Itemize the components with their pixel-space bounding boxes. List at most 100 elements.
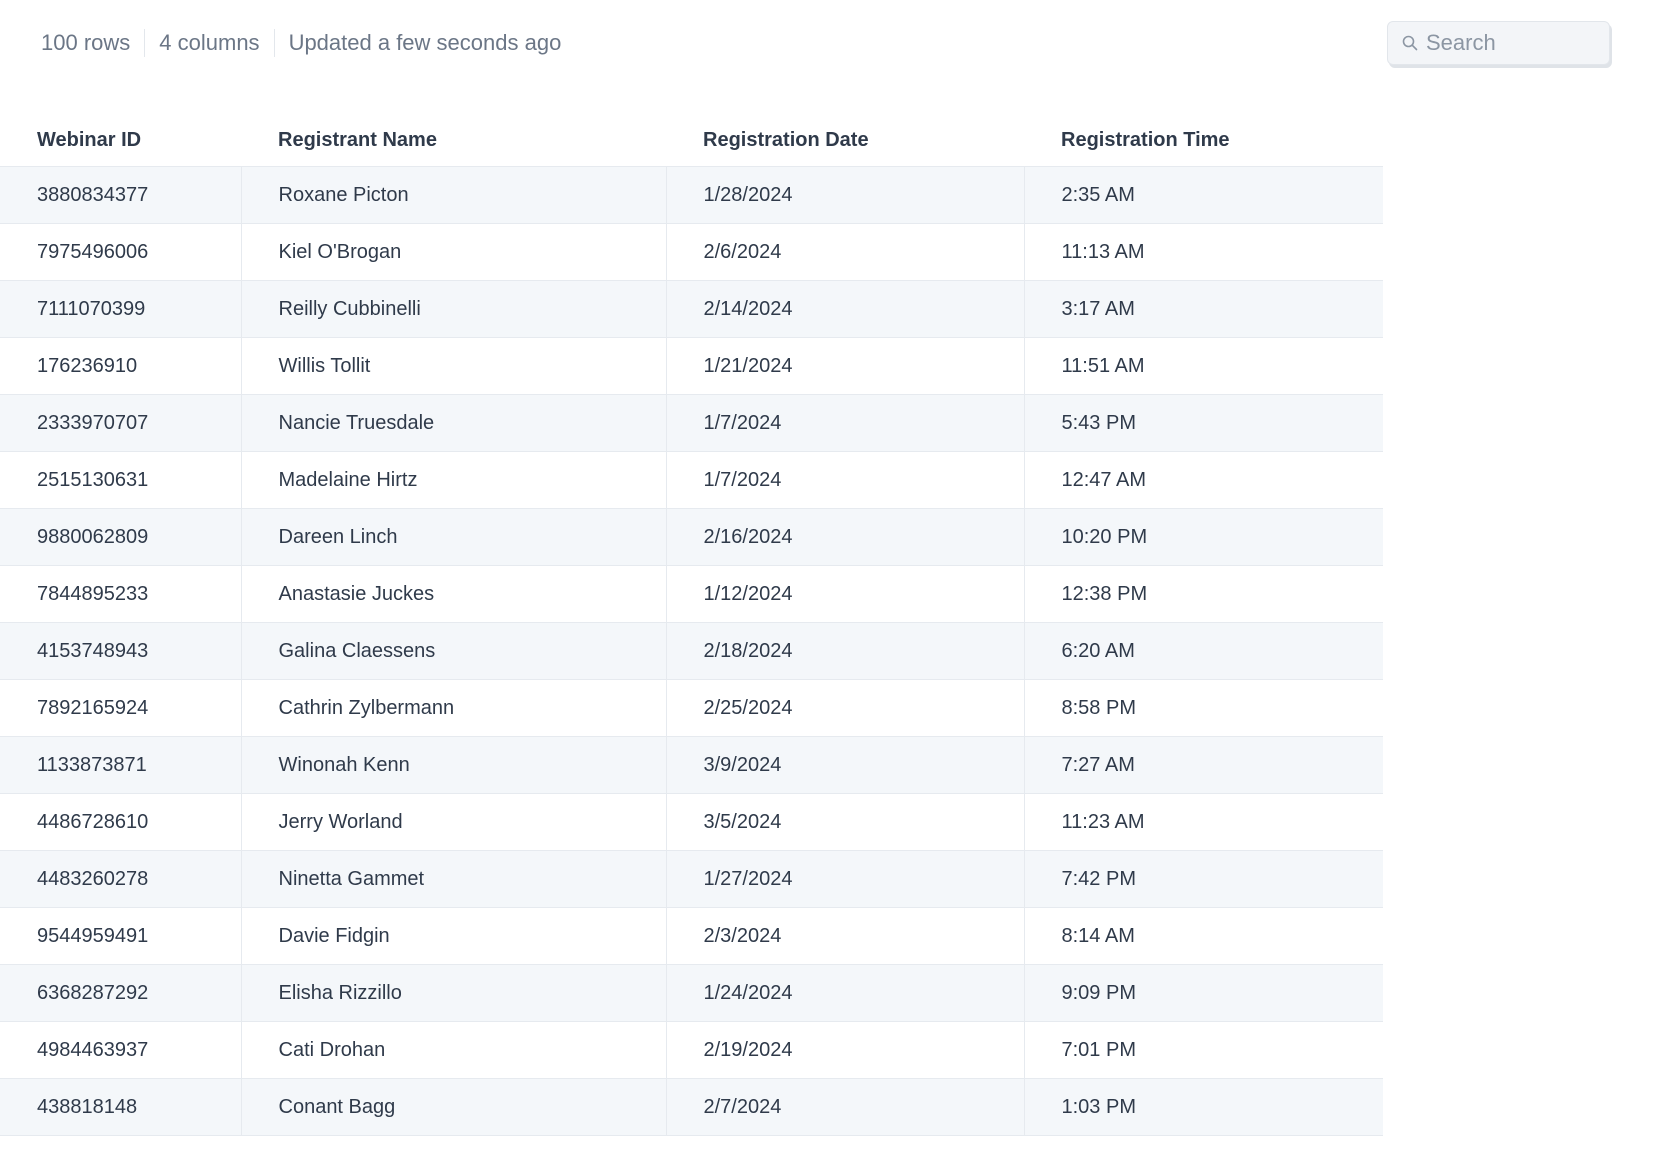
table-header-row: Webinar ID Registrant Name Registration … <box>0 114 1383 167</box>
table-row[interactable]: 6368287292 Elisha Rizzillo 1/24/2024 9:09 P… <box>0 964 1383 1022</box>
divider <box>273 29 275 57</box>
column-count: 4 columns <box>159 30 260 55</box>
cell-registration-date: 2/16/2024 <box>666 508 1025 566</box>
divider <box>144 29 146 57</box>
table-toolbar: 100 rows 4 columns Updated a few seconds… <box>0 0 1656 86</box>
cell-registrant-name: Reilly Cubbinelli <box>241 280 667 338</box>
cell-registration-time: 10:20 PM <box>1024 508 1383 566</box>
cell-webinar-id: 7111070399 <box>0 280 242 338</box>
cell-webinar-id: 7975496006 <box>0 223 242 281</box>
cell-webinar-id: 1133873871 <box>0 736 242 794</box>
cell-registrant-name: Nancie Truesdale <box>241 394 667 452</box>
table-row[interactable]: 4153748943 Galina Claessens 2/18/2024 6:20 … <box>0 622 1383 680</box>
cell-registration-date: 1/27/2024 <box>666 850 1025 908</box>
cell-webinar-id: 2515130631 <box>0 451 242 509</box>
table-row[interactable]: 4486728610 Jerry Worland 3/5/2024 11:23 AM <box>0 793 1383 851</box>
cell-webinar-id: 4984463937 <box>0 1021 242 1079</box>
cell-registration-date: 2/14/2024 <box>666 280 1025 338</box>
cell-registrant-name: Jerry Worland <box>241 793 667 851</box>
cell-registration-time: 7:42 PM <box>1024 850 1383 908</box>
table-row[interactable]: 7892165924 Cathrin Zylbermann 2/25/2024 8:5… <box>0 679 1383 737</box>
cell-registrant-name: Winonah Kenn <box>241 736 667 794</box>
table-meta: 100 rows 4 columns Updated a few seconds… <box>41 26 561 60</box>
cell-registration-date: 1/7/2024 <box>666 451 1025 509</box>
cell-registration-time: 1:03 PM <box>1024 1078 1383 1136</box>
cell-webinar-id: 7844895233 <box>0 565 242 623</box>
cell-registrant-name: Elisha Rizzillo <box>241 964 667 1022</box>
cell-registration-time: 8:58 PM <box>1024 679 1383 737</box>
column-header-webinar-id[interactable]: Webinar ID <box>0 114 241 167</box>
column-header-registration-date[interactable]: Registration Date <box>666 114 1024 167</box>
cell-registration-date: 2/19/2024 <box>666 1021 1025 1079</box>
cell-webinar-id: 3880834377 <box>0 166 242 224</box>
table-row[interactable]: 3880834377 Roxane Picton 1/28/2024 2:35 AM <box>0 166 1383 224</box>
table-row[interactable]: 9544959491 Davie Fidgin 2/3/2024 8:14 AM <box>0 907 1383 965</box>
cell-registration-date: 1/28/2024 <box>666 166 1025 224</box>
cell-webinar-id: 4153748943 <box>0 622 242 680</box>
cell-webinar-id: 9880062809 <box>0 508 242 566</box>
cell-registration-time: 6:20 AM <box>1024 622 1383 680</box>
cell-webinar-id: 4483260278 <box>0 850 242 908</box>
cell-registrant-name: Davie Fidgin <box>241 907 667 965</box>
cell-registration-date: 1/24/2024 <box>666 964 1025 1022</box>
cell-registrant-name: Kiel O'Brogan <box>241 223 667 281</box>
cell-registration-date: 3/5/2024 <box>666 793 1025 851</box>
cell-webinar-id: 2333970707 <box>0 394 242 452</box>
cell-registration-time: 12:38 PM <box>1024 565 1383 623</box>
updated-status: Updated a few seconds ago <box>288 30 562 55</box>
cell-registration-date: 2/3/2024 <box>666 907 1025 965</box>
table-row[interactable]: 176236910 Willis Tollit 1/21/2024 11:51 AM <box>0 337 1383 395</box>
table-row[interactable]: 438818148 Conant Bagg 2/7/2024 1:03 PM <box>0 1078 1383 1136</box>
cell-registration-time: 12:47 AM <box>1024 451 1383 509</box>
row-count: 100 rows <box>41 30 131 55</box>
cell-registration-date: 1/7/2024 <box>666 394 1025 452</box>
cell-registration-date: 2/6/2024 <box>666 223 1025 281</box>
search-input[interactable] <box>1426 30 1596 56</box>
cell-registrant-name: Roxane Picton <box>241 166 667 224</box>
cell-registration-time: 7:01 PM <box>1024 1021 1383 1079</box>
cell-registrant-name: Conant Bagg <box>241 1078 667 1136</box>
cell-registrant-name: Dareen Linch <box>241 508 667 566</box>
cell-webinar-id: 438818148 <box>0 1078 242 1136</box>
cell-registration-time: 7:27 AM <box>1024 736 1383 794</box>
column-header-registration-time[interactable]: Registration Time <box>1024 114 1383 167</box>
search-box[interactable] <box>1387 21 1610 65</box>
cell-registration-time: 8:14 AM <box>1024 907 1383 965</box>
cell-webinar-id: 4486728610 <box>0 793 242 851</box>
table-row[interactable]: 7975496006 Kiel O'Brogan 2/6/2024 11:13 AM <box>0 223 1383 281</box>
cell-registration-time: 9:09 PM <box>1024 964 1383 1022</box>
cell-registration-time: 11:23 AM <box>1024 793 1383 851</box>
cell-registration-date: 2/18/2024 <box>666 622 1025 680</box>
cell-registration-date: 2/7/2024 <box>666 1078 1025 1136</box>
cell-registration-time: 5:43 PM <box>1024 394 1383 452</box>
table-body: 3880834377 Roxane Picton 1/28/2024 2:35 AM 7… <box>0 166 1383 1136</box>
cell-registrant-name: Cati Drohan <box>241 1021 667 1079</box>
table-row[interactable]: 7111070399 Reilly Cubbinelli 2/14/2024 3:17… <box>0 280 1383 338</box>
cell-registration-time: 2:35 AM <box>1024 166 1383 224</box>
table-row[interactable]: 9880062809 Dareen Linch 2/16/2024 10:20 PM <box>0 508 1383 566</box>
cell-registrant-name: Cathrin Zylbermann <box>241 679 667 737</box>
cell-registrant-name: Anastasie Juckes <box>241 565 667 623</box>
cell-registrant-name: Willis Tollit <box>241 337 667 395</box>
cell-registrant-name: Ninetta Gammet <box>241 850 667 908</box>
cell-webinar-id: 6368287292 <box>0 964 242 1022</box>
table-row[interactable]: 1133873871 Winonah Kenn 3/9/2024 7:27 AM <box>0 736 1383 794</box>
cell-registration-time: 11:51 AM <box>1024 337 1383 395</box>
search-icon <box>1388 35 1418 51</box>
cell-webinar-id: 9544959491 <box>0 907 242 965</box>
cell-registration-date: 1/12/2024 <box>666 565 1025 623</box>
cell-registrant-name: Madelaine Hirtz <box>241 451 667 509</box>
cell-registration-date: 2/25/2024 <box>666 679 1025 737</box>
cell-registration-date: 3/9/2024 <box>666 736 1025 794</box>
table-row[interactable]: 2515130631 Madelaine Hirtz 1/7/2024 12:47 A… <box>0 451 1383 509</box>
column-header-registrant-name[interactable]: Registrant Name <box>241 114 666 167</box>
cell-webinar-id: 176236910 <box>0 337 242 395</box>
cell-webinar-id: 7892165924 <box>0 679 242 737</box>
table-row[interactable]: 2333970707 Nancie Truesdale 1/7/2024 5:43 P… <box>0 394 1383 452</box>
cell-registration-date: 1/21/2024 <box>666 337 1025 395</box>
table-row[interactable]: 7844895233 Anastasie Juckes 1/12/2024 12:38… <box>0 565 1383 623</box>
cell-registration-time: 3:17 AM <box>1024 280 1383 338</box>
cell-registration-time: 11:13 AM <box>1024 223 1383 281</box>
table-row[interactable]: 4483260278 Ninetta Gammet 1/27/2024 7:42 PM <box>0 850 1383 908</box>
table-row[interactable]: 4984463937 Cati Drohan 2/19/2024 7:01 PM <box>0 1021 1383 1079</box>
